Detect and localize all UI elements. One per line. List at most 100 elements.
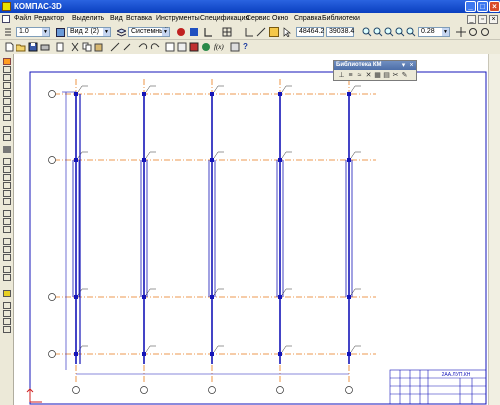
doc-restore-button[interactable]: ▫ [478,15,487,24]
help-icon[interactable]: ? [243,42,248,51]
style-icon[interactable] [176,27,186,37]
zoom-in-icon[interactable] [362,27,372,37]
spec-icon[interactable] [3,114,11,121]
panel-pin-icon[interactable]: ▾ [400,62,407,69]
scale-select[interactable]: 1.0 ▼ [16,27,50,37]
cursor-icon[interactable] [282,27,292,37]
rotate-icon[interactable] [3,318,11,325]
copy-icon[interactable] [82,42,92,52]
coord-x-field[interactable]: 48464.2 [296,27,324,37]
grid-icon[interactable] [222,27,232,37]
ellipse-icon[interactable] [3,190,11,197]
open-folder-icon[interactable] [16,42,26,52]
symbols-icon[interactable] [3,74,11,81]
zoom-select[interactable]: 0.28 ▼ [418,27,450,37]
view-select[interactable]: Вид 2 (2) ▼ [67,27,111,37]
text-icon[interactable] [3,134,11,141]
panel-close-icon[interactable]: × [408,62,415,69]
close-button[interactable]: × [489,1,500,12]
report-icon[interactable] [3,126,11,133]
layer-select[interactable]: Системный ▼ [128,27,170,37]
edit-icon[interactable] [3,82,11,89]
zoom-all-icon[interactable] [406,27,416,37]
vertical-scrollbar[interactable] [488,54,500,405]
paste-icon[interactable] [94,42,104,52]
hatch-icon[interactable] [3,146,11,153]
preview-icon[interactable] [55,42,65,52]
copy-props-icon[interactable] [122,42,132,52]
geometry-icon[interactable] [3,58,11,65]
zoom-out-icon[interactable] [384,27,394,37]
coord-y-field[interactable]: 39038.4 [326,27,354,37]
properties-icon[interactable] [110,42,120,52]
menu-insert[interactable]: Вставка [126,15,152,22]
menu-tools[interactable]: Инструменты [156,15,200,22]
layers-icon[interactable] [177,42,187,52]
menu-help[interactable]: Справка [294,15,321,22]
collection-icon[interactable] [3,274,11,281]
lib-tool-6-icon[interactable]: ▤ [383,72,390,80]
refresh-icon[interactable] [468,27,478,37]
print-icon[interactable] [40,42,50,52]
formula-icon[interactable]: f(x) [214,43,224,51]
snap-icon[interactable] [269,27,279,37]
save-icon[interactable] [28,42,38,52]
redraw-icon[interactable] [480,27,490,37]
redo-icon[interactable] [150,42,160,52]
doc-close-button[interactable]: × [489,15,498,24]
menu-libraries[interactable]: Библиотеки [322,15,360,22]
ortho-icon[interactable] [203,27,213,37]
offset-icon[interactable] [3,266,11,273]
menu-select[interactable]: Выделить [72,15,104,22]
lib-tool-5-icon[interactable]: ▦ [374,72,381,80]
library-icon[interactable] [189,42,199,52]
lib-tool-7-icon[interactable]: ✂ [392,72,399,80]
doc-minimize-button[interactable]: _ [467,15,476,24]
chamfer-icon[interactable] [3,246,11,253]
lib-tool-8-icon[interactable]: ✎ [401,72,408,80]
tools-icon[interactable] [3,290,11,297]
move-icon[interactable] [456,27,466,37]
circle-icon[interactable] [3,174,11,181]
undo-icon[interactable] [138,42,148,52]
paint-icon[interactable] [189,27,199,37]
lib-tool-3-icon[interactable]: ≈ [356,72,363,80]
params-icon[interactable] [3,90,11,97]
new-document-icon[interactable] [4,42,14,52]
scale-tool-icon[interactable] [3,326,11,333]
menu-service[interactable]: Сервис [246,15,270,22]
spline-icon[interactable] [3,226,11,233]
axis-icon[interactable] [244,27,254,37]
zoom-window-icon[interactable] [373,27,383,37]
menu-window[interactable]: Окно [272,15,288,22]
point-icon[interactable] [3,158,11,165]
segment-icon[interactable] [3,166,11,173]
contour-icon[interactable] [3,254,11,261]
pan-icon[interactable] [395,27,405,37]
menu-view[interactable]: Вид [110,15,123,22]
round-icon[interactable] [256,27,266,37]
menu-specification[interactable]: Спецификация [200,15,249,22]
mirror-icon[interactable] [3,302,11,309]
lib-tool-2-icon[interactable]: ≡ [347,72,354,80]
dimension-icon[interactable] [3,66,11,73]
rectangle-icon[interactable] [3,210,11,217]
fillet-icon[interactable] [3,238,11,245]
measure-icon[interactable] [3,98,11,105]
cut-icon[interactable] [70,42,80,52]
menu-edit[interactable]: Редактор [34,15,64,22]
lib-tool-4-icon[interactable]: ✕ [365,72,372,80]
drawing-canvas[interactable]: 2АА.ЛУП.КН [14,54,488,405]
variables-icon[interactable] [201,42,211,52]
menu-file[interactable]: Файл [14,15,31,22]
manager-icon[interactable] [165,42,175,52]
move-tool-icon[interactable] [3,310,11,317]
polyline-icon[interactable] [3,198,11,205]
select-icon[interactable] [3,106,11,113]
arc-icon[interactable] [3,182,11,189]
calc-icon[interactable] [230,42,240,52]
maximize-button[interactable]: □ [477,1,488,12]
polygon-icon[interactable] [3,218,11,225]
lib-tool-1-icon[interactable]: ⊥ [338,72,345,80]
minimize-button[interactable]: _ [465,1,476,12]
